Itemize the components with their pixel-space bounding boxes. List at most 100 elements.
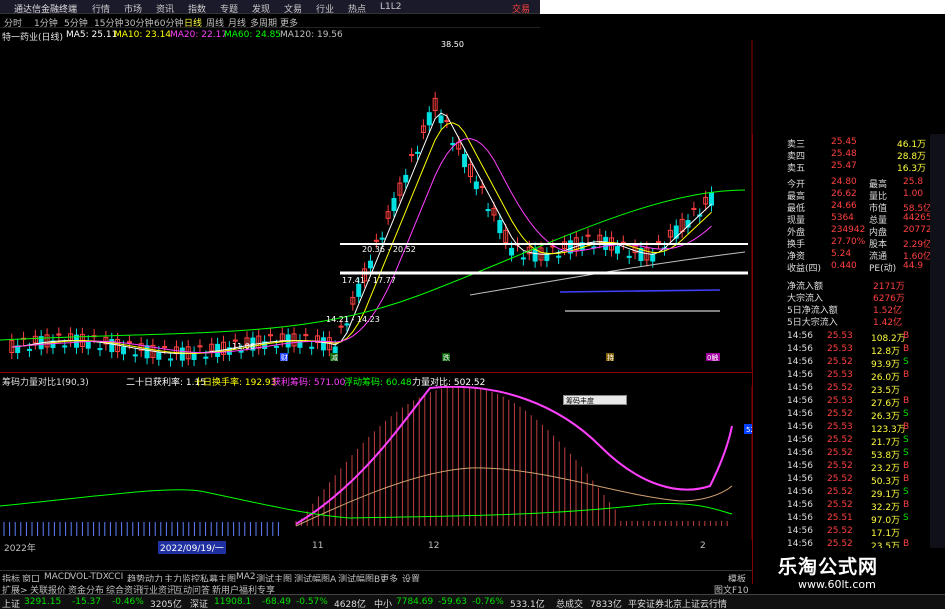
menu-item[interactable]: 行情 xyxy=(92,2,110,15)
blue-line xyxy=(559,289,721,293)
quote-price: 25.47 xyxy=(831,161,857,171)
side-toolbar[interactable] xyxy=(930,134,945,574)
candle-body xyxy=(532,248,538,262)
panel-row: 14:56 25.53 27.6万 B xyxy=(753,395,931,409)
title-bar: 通达信金融终端 行情 市场 资讯 指数 专题 发现 文易 行业 热点 L1L2 … xyxy=(0,0,540,15)
stat-label: 收益(四) xyxy=(787,264,822,274)
stat-value: 27.70% xyxy=(831,237,866,247)
status-bar: 上证 3291.15 -15.37 -0.46% 3205亿 深证 11908.… xyxy=(0,594,945,609)
total-value: 7833亿 xyxy=(590,600,622,609)
index-label[interactable]: 中小 xyxy=(374,597,392,609)
period-tab[interactable]: 周线 xyxy=(206,16,224,29)
tab[interactable]: CCI xyxy=(108,572,123,582)
candle-body xyxy=(403,174,409,183)
watermark-title: 乐淘公式网 xyxy=(778,556,879,578)
menu-item[interactable]: 指数 xyxy=(188,2,206,15)
index-label[interactable]: 深证 xyxy=(190,597,208,609)
flow-value: 1.42亿 xyxy=(873,318,903,328)
tick-time: 14:56 xyxy=(787,357,813,367)
index-amount: 4628亿 xyxy=(334,600,366,609)
index-change: -15.37 xyxy=(72,597,102,607)
tab[interactable]: VOL-TDX xyxy=(70,572,109,582)
menu-item[interactable]: 专题 xyxy=(220,2,238,15)
period-tab[interactable]: 15分钟 xyxy=(94,16,123,29)
panel-row: 5日大宗流入 1.42亿 xyxy=(753,314,931,328)
candle-body xyxy=(191,352,197,361)
date-label: 2022年 xyxy=(4,544,36,554)
level1-label: 20.36 - 20.52 xyxy=(362,245,416,254)
candle-body xyxy=(121,346,127,355)
candle-body xyxy=(26,348,32,351)
tab[interactable]: MA2 xyxy=(236,572,256,582)
tick-side: B xyxy=(903,500,910,510)
menu-item[interactable]: 资讯 xyxy=(156,2,174,15)
tick-side: B xyxy=(903,396,910,406)
indicator-chart[interactable]: 800.00700.00600.00500.00400.00300.00200.… xyxy=(0,386,760,540)
panel-row: 14:56 25.53 123.3万 B xyxy=(753,421,931,435)
tick-time: 14:56 xyxy=(787,487,813,497)
panel-row: 14:56 25.53 108.2万 B xyxy=(753,330,931,344)
period-tab[interactable]: 多周期 xyxy=(250,16,277,29)
candle-body xyxy=(556,255,562,258)
period-tab[interactable]: 5分钟 xyxy=(64,16,88,29)
tick-price: 25.52 xyxy=(827,448,853,458)
tick-time: 14:56 xyxy=(787,409,813,419)
candle-body xyxy=(309,346,315,349)
tick-time: 14:56 xyxy=(787,370,813,380)
panel-row: 14:56 25.52 50.3万 B xyxy=(753,473,931,487)
candle-body xyxy=(85,341,91,349)
period-tab[interactable]: 月线 xyxy=(228,16,246,29)
period-tab[interactable]: 30分钟 xyxy=(124,16,153,29)
tick-price: 25.52 xyxy=(827,487,853,497)
quote-vol: 16.3万 xyxy=(897,164,927,174)
period-tab[interactable]: 1分钟 xyxy=(34,16,58,29)
tick-price: 25.52 xyxy=(827,526,853,536)
index-pct: -0.46% xyxy=(112,597,144,607)
tick-time: 14:56 xyxy=(787,422,813,432)
index-pct: -0.76% xyxy=(472,597,504,607)
indicator-line xyxy=(0,489,733,519)
menu-item[interactable]: L1L2 xyxy=(380,2,401,12)
ma10-label: MA10: 23.14 xyxy=(114,30,172,40)
menu-item[interactable]: 市场 xyxy=(124,2,142,15)
chip-tooltip: 筹码丰度 xyxy=(563,395,627,405)
tick-time: 14:56 xyxy=(787,448,813,458)
total-label: 总成交 xyxy=(556,600,584,609)
menu-item[interactable]: 发现 xyxy=(252,2,270,15)
quote-price: 25.45 xyxy=(831,137,857,147)
stat-value: 44.9 xyxy=(903,261,924,271)
candle-body xyxy=(156,352,162,360)
index-label[interactable]: 上证 xyxy=(2,597,20,609)
tick-price: 25.52 xyxy=(827,383,853,393)
tick-time: 14:56 xyxy=(787,474,813,484)
tick-side: B xyxy=(903,474,910,484)
candle-body xyxy=(97,348,103,351)
stat-value: 24.80 xyxy=(831,177,857,187)
date-axis: 2022年 2022/09/19/一 11 12 2 xyxy=(0,540,760,554)
menu-item[interactable]: 热点 xyxy=(348,2,366,15)
period-tab[interactable]: 分时 xyxy=(4,16,22,29)
tick-price: 25.53 xyxy=(827,396,853,406)
menu-item[interactable]: 行业 xyxy=(316,2,334,15)
tab[interactable]: MACD xyxy=(44,572,71,582)
stat-value: 25.8 xyxy=(903,177,924,187)
tick-side: S xyxy=(903,357,909,367)
trade-button[interactable]: 交易 xyxy=(512,2,530,15)
period-tab-selected[interactable]: 日线 xyxy=(184,16,202,29)
panel-row: 14:56 25.53 12.8万 B xyxy=(753,343,931,357)
candlestick-chart[interactable]: 38.50 11.06 20.36 - 20.52 17.41 - 17.77 … xyxy=(0,40,760,370)
candle-body xyxy=(650,253,656,262)
date-label: 11 xyxy=(312,541,324,551)
index-value: 11908.1 xyxy=(214,597,252,607)
date-label: 12 xyxy=(428,541,440,551)
period-tab[interactable]: 60分钟 xyxy=(154,16,183,29)
stat-value: 1.00 xyxy=(903,189,924,199)
index-change: -68.49 xyxy=(262,597,292,607)
period-tab[interactable]: 更多 xyxy=(280,16,298,29)
candle-body xyxy=(132,354,138,357)
menu-item[interactable]: 文易 xyxy=(284,2,302,15)
tick-side: S xyxy=(903,487,909,497)
panel-row: 14:56 25.52 32.2万 B xyxy=(753,499,931,513)
tick-time: 14:56 xyxy=(787,526,813,536)
panel-row: 14:56 25.52 23.5万 xyxy=(753,382,931,396)
